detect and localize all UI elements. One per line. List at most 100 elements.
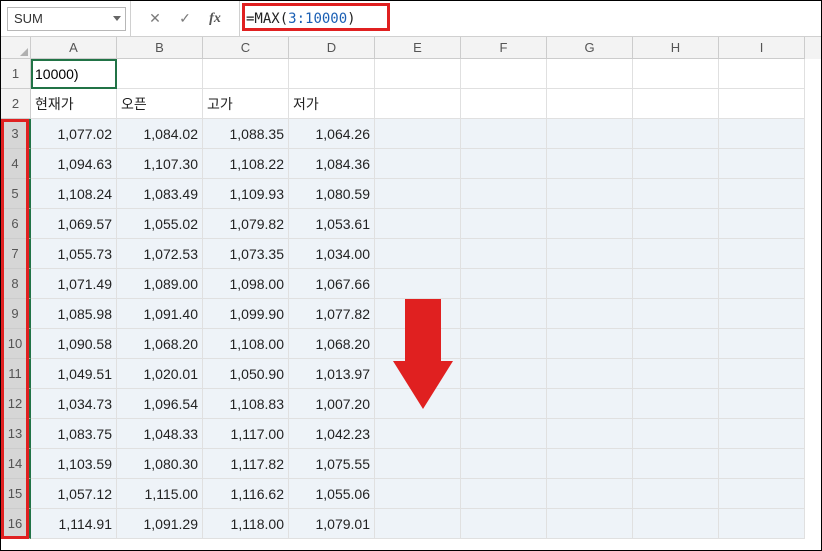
- cell[interactable]: [375, 179, 461, 209]
- enter-formula-button[interactable]: ✓: [171, 7, 199, 31]
- cell[interactable]: 1,079.01: [289, 509, 375, 539]
- cell[interactable]: 1,049.51: [31, 359, 117, 389]
- cell[interactable]: 1,048.33: [117, 419, 203, 449]
- cell[interactable]: 1,099.90: [203, 299, 289, 329]
- cell[interactable]: [633, 119, 719, 149]
- cell[interactable]: 1,042.23: [289, 419, 375, 449]
- cell[interactable]: 1,013.97: [289, 359, 375, 389]
- cell[interactable]: [547, 119, 633, 149]
- row-header[interactable]: 3: [1, 119, 31, 149]
- row-header[interactable]: 9: [1, 299, 31, 329]
- cell[interactable]: [719, 479, 805, 509]
- row-header[interactable]: 6: [1, 209, 31, 239]
- cell[interactable]: [375, 89, 461, 119]
- cell[interactable]: 1,067.66: [289, 269, 375, 299]
- col-header[interactable]: I: [719, 37, 805, 59]
- cell[interactable]: [461, 449, 547, 479]
- cell[interactable]: [375, 479, 461, 509]
- cell[interactable]: 1,080.30: [117, 449, 203, 479]
- cell[interactable]: [547, 389, 633, 419]
- cell[interactable]: 1,088.35: [203, 119, 289, 149]
- cell[interactable]: [461, 269, 547, 299]
- row-header[interactable]: 10: [1, 329, 31, 359]
- cell[interactable]: [547, 479, 633, 509]
- cell[interactable]: [547, 149, 633, 179]
- cell[interactable]: [633, 509, 719, 539]
- cell[interactable]: [719, 329, 805, 359]
- cell[interactable]: 1,071.49: [31, 269, 117, 299]
- col-header[interactable]: A: [31, 37, 117, 59]
- cell[interactable]: 1,079.82: [203, 209, 289, 239]
- cell[interactable]: 1,064.26: [289, 119, 375, 149]
- row-header[interactable]: 16: [1, 509, 31, 539]
- cell[interactable]: [375, 59, 461, 89]
- cell[interactable]: [375, 299, 461, 329]
- row-header[interactable]: 12: [1, 389, 31, 419]
- col-header[interactable]: C: [203, 37, 289, 59]
- cell[interactable]: [461, 209, 547, 239]
- cell[interactable]: [461, 329, 547, 359]
- cell[interactable]: 1,069.57: [31, 209, 117, 239]
- cell[interactable]: 1,057.12: [31, 479, 117, 509]
- col-header[interactable]: F: [461, 37, 547, 59]
- cell[interactable]: [719, 59, 805, 89]
- cell[interactable]: [375, 209, 461, 239]
- cell[interactable]: [719, 179, 805, 209]
- cell[interactable]: [547, 299, 633, 329]
- cell[interactable]: 1,053.61: [289, 209, 375, 239]
- cell[interactable]: 1,084.02: [117, 119, 203, 149]
- cell[interactable]: 1,085.98: [31, 299, 117, 329]
- cell[interactable]: 1,090.58: [31, 329, 117, 359]
- cell[interactable]: [633, 299, 719, 329]
- cell[interactable]: [461, 119, 547, 149]
- cell[interactable]: [461, 59, 547, 89]
- cell[interactable]: 1,055.73: [31, 239, 117, 269]
- cell[interactable]: [375, 389, 461, 419]
- cell[interactable]: [719, 209, 805, 239]
- cancel-formula-button[interactable]: ✕: [141, 7, 169, 31]
- cell[interactable]: 1,080.59: [289, 179, 375, 209]
- cell[interactable]: 1,107.30: [117, 149, 203, 179]
- cell[interactable]: [633, 269, 719, 299]
- cell[interactable]: 1,094.63: [31, 149, 117, 179]
- cell[interactable]: 1,117.82: [203, 449, 289, 479]
- cell[interactable]: 1,068.20: [289, 329, 375, 359]
- cell[interactable]: 1,117.00: [203, 419, 289, 449]
- cell[interactable]: [719, 449, 805, 479]
- cell[interactable]: [461, 389, 547, 419]
- cell[interactable]: 1,007.20: [289, 389, 375, 419]
- cell[interactable]: [375, 419, 461, 449]
- cell[interactable]: [547, 509, 633, 539]
- row-header[interactable]: 15: [1, 479, 31, 509]
- cell[interactable]: 고가: [203, 89, 289, 119]
- cell[interactable]: [547, 179, 633, 209]
- cell[interactable]: [633, 419, 719, 449]
- col-header[interactable]: E: [375, 37, 461, 59]
- cell[interactable]: [375, 509, 461, 539]
- insert-function-button[interactable]: fx: [201, 7, 229, 31]
- cell[interactable]: 오픈: [117, 89, 203, 119]
- cell[interactable]: [633, 479, 719, 509]
- cell[interactable]: 1,108.00: [203, 329, 289, 359]
- cell[interactable]: [547, 359, 633, 389]
- row-header[interactable]: 8: [1, 269, 31, 299]
- cell[interactable]: 1,084.36: [289, 149, 375, 179]
- cell[interactable]: 1,115.00: [117, 479, 203, 509]
- cell[interactable]: [547, 59, 633, 89]
- cell[interactable]: [633, 209, 719, 239]
- cell[interactable]: [117, 59, 203, 89]
- cell[interactable]: 1,068.20: [117, 329, 203, 359]
- cell[interactable]: [719, 299, 805, 329]
- cell[interactable]: [547, 449, 633, 479]
- cell[interactable]: [633, 449, 719, 479]
- cell[interactable]: [633, 179, 719, 209]
- cell[interactable]: [633, 329, 719, 359]
- cell[interactable]: [547, 89, 633, 119]
- cell[interactable]: 1,050.90: [203, 359, 289, 389]
- row-header[interactable]: 11: [1, 359, 31, 389]
- cell[interactable]: [289, 59, 375, 89]
- col-header[interactable]: G: [547, 37, 633, 59]
- cell[interactable]: 1,034.73: [31, 389, 117, 419]
- cell[interactable]: 1,020.01: [117, 359, 203, 389]
- cell[interactable]: [461, 419, 547, 449]
